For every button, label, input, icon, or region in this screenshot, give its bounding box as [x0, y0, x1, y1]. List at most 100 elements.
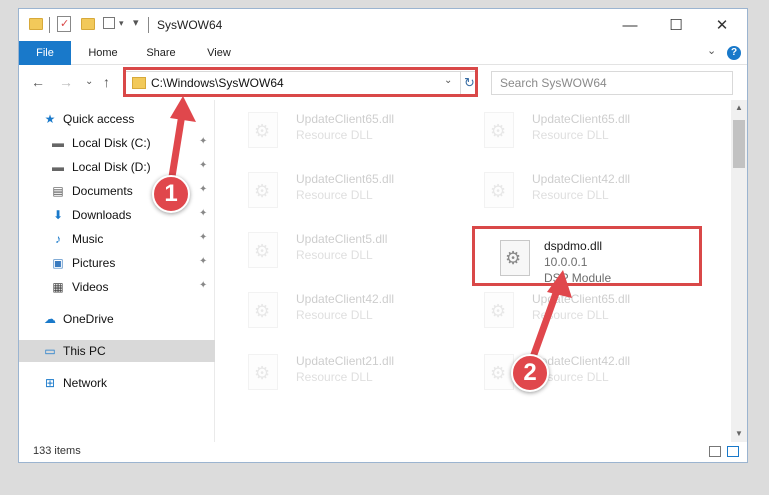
- file-name: UpdateClient65.dll: [296, 172, 395, 186]
- pin-icon: ✦: [199, 232, 208, 243]
- sidebar-item-label: Local Disk (C:): [72, 136, 151, 150]
- gear-icon: ⚙: [490, 181, 507, 201]
- navigation-pane: ★ Quick access ▬ Local Disk (C:) ✦ ▬ Loc…: [19, 100, 215, 442]
- sidebar-item-local-disk-d[interactable]: ▬ Local Disk (D:) ✦: [19, 156, 215, 178]
- gear-icon: ⚙: [254, 241, 271, 261]
- picture-icon: ▣: [52, 256, 64, 270]
- sidebar-item-label: This PC: [63, 344, 106, 358]
- file-type: Resource DLL: [296, 128, 373, 142]
- file-name: UpdateClient5.dll: [296, 232, 388, 246]
- file-type: Resource DLL: [296, 248, 373, 262]
- up-button[interactable]: ↑: [103, 74, 110, 90]
- sidebar-item-label: Videos: [72, 280, 109, 294]
- file-type: Resource DLL: [296, 370, 373, 384]
- customize-quick-access-icon[interactable]: ▾: [133, 16, 139, 29]
- pin-icon: ✦: [199, 208, 208, 219]
- tab-file[interactable]: File: [19, 41, 71, 65]
- sidebar-item-pictures[interactable]: ▣ Pictures ✦: [19, 252, 215, 274]
- file-tile[interactable]: ⚙ UpdateClient65.dll Resource DLL: [462, 108, 682, 158]
- details-view-icon[interactable]: [709, 446, 721, 457]
- gear-icon: ⚙: [490, 301, 507, 321]
- search-box[interactable]: Search SysWOW64: [491, 71, 733, 95]
- sidebar-item-label: Documents: [72, 184, 133, 198]
- file-tile[interactable]: ⚙ UpdateClient21.dll Resource DLL: [226, 350, 446, 400]
- view-options-icon[interactable]: [103, 17, 115, 29]
- pin-icon: ✦: [199, 184, 208, 195]
- file-type: Resource DLL: [296, 308, 373, 322]
- file-type: Resource DLL: [532, 308, 609, 322]
- chevron-down-icon[interactable]: ▾: [119, 18, 124, 29]
- sidebar-item-videos[interactable]: ▦ Videos ✦: [19, 276, 215, 298]
- music-icon: ♪: [55, 232, 61, 246]
- tab-home[interactable]: Home: [81, 41, 125, 65]
- tab-view[interactable]: View: [197, 41, 241, 65]
- scroll-thumb[interactable]: [733, 120, 745, 168]
- properties-icon[interactable]: ✓: [57, 16, 71, 32]
- star-icon: ★: [44, 112, 56, 126]
- sidebar-item-local-disk-c[interactable]: ▬ Local Disk (C:) ✦: [19, 132, 215, 154]
- drive-icon: ▬: [52, 136, 64, 150]
- file-tile[interactable]: ⚙ UpdateClient65.dll Resource DLL: [226, 168, 446, 218]
- file-type: Resource DLL: [532, 188, 609, 202]
- file-name: UpdateClient42.dll: [532, 172, 631, 186]
- forward-button[interactable]: →: [59, 74, 73, 90]
- sidebar-item-network[interactable]: ⊞ Network: [19, 372, 215, 394]
- minimize-button[interactable]: —: [607, 9, 653, 41]
- gear-icon: ⚙: [254, 363, 271, 383]
- document-icon: ▤: [52, 184, 64, 198]
- scroll-up-icon[interactable]: ▲: [731, 100, 747, 116]
- status-bar: 133 items: [19, 442, 747, 462]
- file-name: UpdateClient65.dll: [532, 112, 631, 126]
- file-tile[interactable]: ⚙ UpdateClient65.dll Resource DLL: [462, 288, 682, 338]
- video-icon: ▦: [52, 280, 64, 294]
- file-highlight: [472, 226, 702, 286]
- pin-icon: ✦: [199, 136, 208, 147]
- folder-icon: [29, 18, 43, 30]
- pin-icon: ✦: [199, 280, 208, 291]
- file-tile[interactable]: ⚙ UpdateClient42.dll Resource DLL: [462, 168, 682, 218]
- file-type: Resource DLL: [532, 128, 609, 142]
- sidebar-item-label: Pictures: [72, 256, 116, 270]
- sidebar-item-label: OneDrive: [63, 312, 114, 326]
- tab-share[interactable]: Share: [139, 41, 183, 65]
- sidebar-item-this-pc[interactable]: ▭ This PC: [19, 340, 215, 362]
- gear-icon: ⚙: [490, 121, 507, 141]
- sidebar-item-label: Local Disk (D:): [72, 160, 151, 174]
- file-tile[interactable]: ⚙ UpdateClient42.dll Resource DLL: [462, 350, 682, 400]
- close-button[interactable]: ✕: [699, 9, 745, 41]
- ribbon-tabs: File Home Share View ⌄ ?: [19, 41, 747, 65]
- pin-icon: ✦: [199, 256, 208, 267]
- file-tile[interactable]: ⚙ UpdateClient65.dll Resource DLL: [226, 108, 446, 158]
- file-name: UpdateClient65.dll: [296, 112, 395, 126]
- new-folder-icon[interactable]: [81, 18, 95, 30]
- title-separator: [148, 17, 149, 33]
- pin-icon: ✦: [199, 160, 208, 171]
- gear-icon: ⚙: [254, 301, 271, 321]
- sidebar-item-music[interactable]: ♪ Music ✦: [19, 228, 215, 250]
- expand-ribbon-icon[interactable]: ⌄: [707, 44, 716, 57]
- large-icons-view-icon[interactable]: [727, 446, 739, 457]
- file-tile[interactable]: ⚙ UpdateClient42.dll Resource DLL: [226, 288, 446, 338]
- file-name: UpdateClient65.dll: [532, 292, 631, 306]
- sidebar-item-downloads[interactable]: ⬇ Downloads ✦: [19, 204, 215, 226]
- item-count: 133 items: [33, 445, 81, 457]
- gear-icon: ⚙: [254, 181, 271, 201]
- network-icon: ⊞: [44, 376, 56, 390]
- search-input[interactable]: Search SysWOW64: [500, 76, 607, 90]
- cloud-icon: ☁: [44, 312, 56, 326]
- sidebar-item-quick-access[interactable]: ★ Quick access: [19, 108, 215, 130]
- sidebar-item-label: Network: [63, 376, 108, 390]
- sidebar-item-label: Quick access: [63, 112, 135, 126]
- scroll-down-icon[interactable]: ▼: [731, 426, 747, 442]
- computer-icon: ▭: [44, 344, 56, 358]
- file-tile[interactable]: ⚙ UpdateClient5.dll Resource DLL: [226, 228, 446, 278]
- sidebar-item-onedrive[interactable]: ☁ OneDrive: [19, 308, 215, 330]
- recent-locations-button[interactable]: ⌄: [85, 76, 93, 87]
- maximize-button[interactable]: ☐: [653, 9, 699, 41]
- back-button[interactable]: ←: [31, 74, 45, 90]
- address-bar-highlight: [123, 67, 478, 97]
- window-title: SysWOW64: [157, 18, 223, 32]
- vertical-scrollbar[interactable]: ▲ ▼: [731, 100, 747, 442]
- help-icon[interactable]: ?: [727, 46, 741, 60]
- gear-icon: ⚙: [490, 363, 507, 383]
